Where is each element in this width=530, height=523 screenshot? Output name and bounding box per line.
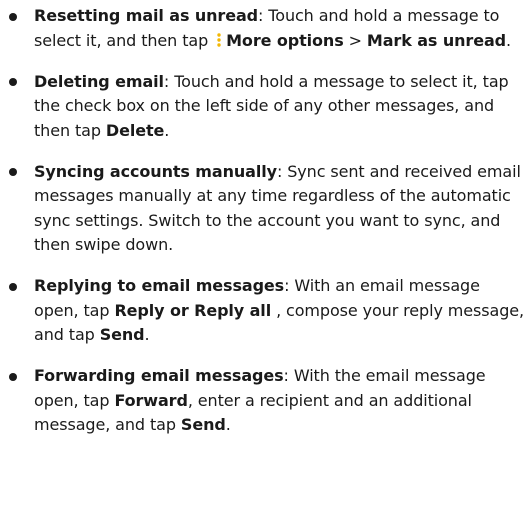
menu-arrow: >: [343, 30, 367, 50]
tip-forwarding: Forwarding email messages: With the emai…: [9, 364, 524, 438]
bullet: [9, 282, 17, 291]
bullet: [9, 372, 17, 381]
tip-end: .: [164, 120, 170, 140]
menu-item-more-options: More options: [226, 30, 344, 50]
tip-separator: :: [276, 161, 288, 181]
bullet: [9, 78, 17, 86]
tip-end: .: [225, 415, 231, 434]
bullet: [9, 12, 17, 21]
tip-separator: :: [283, 366, 294, 385]
action-reply: Reply or Reply all: [114, 300, 272, 320]
tip-term: Deleting email: [34, 71, 164, 91]
tip-separator: :: [258, 6, 269, 25]
more-options-icon: [215, 32, 223, 47]
tip-reset-unread: Resetting mail as unread: Touch and hold…: [9, 4, 524, 53]
tip-deleting-email: Deleting email: Touch and hold a message…: [9, 70, 524, 144]
tip-term: Replying to email messages: [34, 276, 285, 295]
tip-term: Syncing accounts manually: [34, 161, 277, 181]
tip-replying: Replying to email messages: With an emai…: [9, 274, 524, 348]
menu-item-mark-as-unread: Mark as unread: [366, 30, 506, 50]
tips-list: Resetting mail as unread: Touch and hold…: [9, 4, 524, 438]
action-send: Send: [180, 415, 226, 434]
action-forward: Forward: [114, 390, 188, 410]
tip-term: Forwarding email messages: [34, 366, 284, 385]
tip-end: .: [506, 30, 511, 50]
action-delete: Delete: [105, 120, 165, 140]
help-document: Resetting mail as unread: Touch and hold…: [0, 0, 530, 523]
tip-term: Resetting mail as unread: [34, 6, 259, 25]
tip-separator: :: [284, 276, 295, 295]
bullet: [9, 168, 17, 176]
tip-end: .: [144, 325, 150, 344]
tip-separator: :: [163, 71, 175, 91]
action-send: Send: [99, 325, 145, 344]
tip-syncing-accounts: Syncing accounts manually: Sync sent and…: [9, 160, 524, 258]
